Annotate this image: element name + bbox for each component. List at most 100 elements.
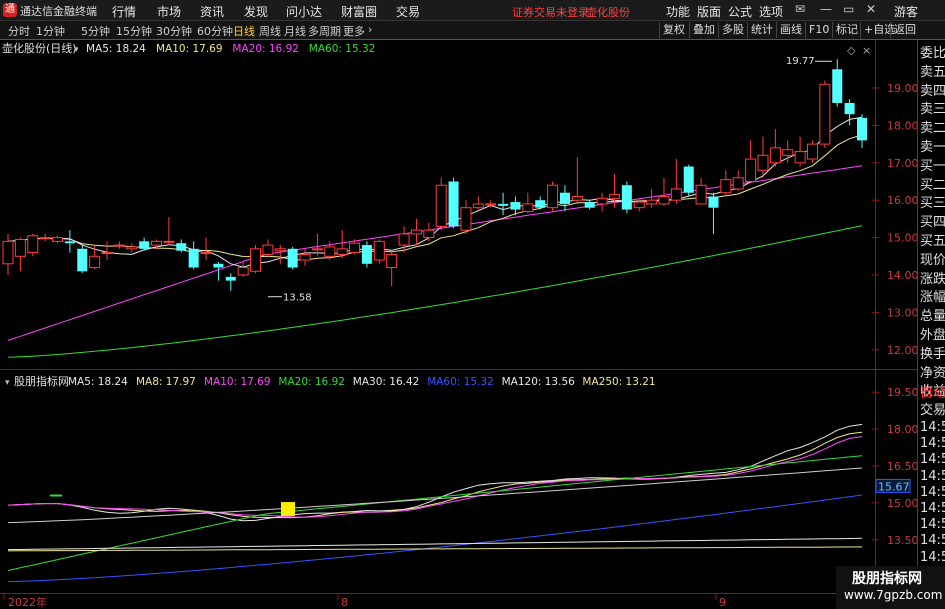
- period-daily[interactable]: 日线: [233, 23, 255, 39]
- menu-formula[interactable]: 公式: [728, 3, 752, 20]
- candle-body: [832, 69, 843, 103]
- x-axis-label: 9: [719, 596, 726, 609]
- candle-body: [52, 237, 64, 242]
- close-icon[interactable]: ✕: [866, 2, 876, 16]
- candle-body: [139, 241, 150, 249]
- main-y-tick-label: 17.00: [887, 157, 917, 170]
- candle-body: [410, 229, 422, 235]
- period-more[interactable]: 更多: [343, 23, 365, 39]
- candle-body: [311, 248, 323, 251]
- title-bar: 通 通达信金融终端 行情 市场 资讯 发现 问小达 财富圈 交易 证券交易未登录…: [0, 0, 945, 21]
- menu-function[interactable]: 功能: [666, 3, 690, 20]
- order-book-label: 净资: [920, 365, 945, 381]
- button-stats[interactable]: 统计: [747, 22, 776, 38]
- ma60-line: [7, 225, 863, 358]
- period-1min[interactable]: 1分钟: [36, 23, 65, 39]
- menu-trade[interactable]: 交易: [396, 3, 420, 20]
- candle-body: [522, 203, 534, 212]
- candle-body: [188, 248, 199, 268]
- high-annotation: 19.77: [786, 56, 815, 67]
- chart-grid: [0, 40, 917, 609]
- period-60min[interactable]: 60分钟: [197, 23, 233, 39]
- period-toolbar: 分时 1分钟 5分钟 15分钟 30分钟 60分钟 日线 周线 月线 多周期 更…: [0, 21, 945, 40]
- period-5min[interactable]: 5分钟: [81, 23, 110, 39]
- menu-quotes[interactable]: 行情: [112, 3, 136, 20]
- menu-market[interactable]: 市场: [157, 3, 181, 20]
- ma10-line: [7, 134, 863, 261]
- order-book-label: 卖四: [920, 83, 945, 99]
- period-timeshare[interactable]: 分时: [8, 23, 30, 39]
- period-30min[interactable]: 30分钟: [156, 23, 192, 39]
- order-book-label: 买三: [920, 196, 945, 212]
- candle-body: [646, 199, 658, 205]
- candle-body: [732, 177, 744, 190]
- minimize-icon[interactable]: —: [820, 2, 832, 16]
- sub-ma-label: MA5: 18.24: [68, 376, 128, 388]
- button-draw[interactable]: 画线: [776, 22, 805, 38]
- candle-body: [782, 149, 794, 156]
- sub-y-tick-label: 16.50: [887, 460, 917, 473]
- button-back[interactable]: 返回: [890, 22, 919, 38]
- candle-body: [373, 240, 385, 261]
- main-chart-title: 壶化股份(日线): [2, 41, 77, 55]
- candle-body: [361, 245, 372, 264]
- order-book-label: 买一: [920, 158, 945, 174]
- menu-news[interactable]: 资讯: [200, 3, 224, 20]
- candle-body: [633, 201, 645, 209]
- app-title: 通达信金融终端: [20, 5, 97, 18]
- watermark-url: www.7gpzb.com: [844, 588, 943, 602]
- guest-label[interactable]: 游客: [894, 3, 918, 20]
- collapse-icon: ▾: [74, 45, 79, 55]
- x-axis-label: 8: [341, 596, 348, 609]
- close-small-icon: ×: [862, 44, 871, 57]
- candle-body: [163, 240, 175, 243]
- candle-body: [39, 237, 51, 240]
- sub-ma-label: MA120: 13.56: [502, 376, 576, 388]
- button-overlay[interactable]: 叠加: [689, 22, 718, 38]
- button-mark[interactable]: 标记: [832, 22, 861, 38]
- chevron-right-icon[interactable]: ›: [368, 23, 372, 36]
- candle-body: [176, 243, 187, 251]
- candle-body: [237, 267, 249, 276]
- order-book-label: 涨幅: [920, 290, 945, 306]
- sub-indicator-lines: [7, 423, 863, 583]
- main-ma-label: MA20: 16.92: [232, 43, 299, 55]
- candle-body: [287, 248, 298, 268]
- button-multi-stock[interactable]: 多股: [718, 22, 747, 38]
- sub-ma-label: MA10: 17.69: [204, 376, 271, 388]
- stock-chart[interactable]: 19.00 18.00 17.00 16.00 15.00 14.00 13.00 12.00…: [0, 40, 917, 609]
- order-book-label: 卖三: [920, 102, 945, 118]
- message-icon[interactable]: ✉: [795, 2, 805, 16]
- main-y-tick-label: 18.00: [887, 119, 917, 132]
- order-book-panel: 委比 卖五 卖四 卖三 卖二 卖一 买一 买二 买三 买四 买五 现价 涨跌 涨幅 总量 外盘 换手 净资 收益 自动…: [917, 40, 945, 609]
- main-y-tick-label: 12.00: [887, 344, 917, 357]
- sub-ma60-line: [7, 494, 863, 583]
- menu-options[interactable]: 选项: [759, 3, 783, 20]
- candle-body: [423, 229, 435, 239]
- menu-discover[interactable]: 发现: [244, 3, 268, 20]
- main-y-tick-label: 15.00: [887, 232, 917, 245]
- period-multi[interactable]: 多周期: [308, 23, 341, 39]
- period-monthly[interactable]: 月线: [284, 23, 306, 39]
- menu-wealth[interactable]: 财富圈: [341, 3, 377, 20]
- candle-body: [535, 200, 546, 208]
- button-f10[interactable]: F10: [805, 22, 832, 38]
- candle-body: [250, 248, 262, 272]
- menu-layout[interactable]: 版面: [697, 3, 721, 20]
- x-axis-label: 2022年: [8, 595, 47, 609]
- candle-body: [77, 248, 88, 272]
- menu-ask[interactable]: 问小达: [286, 3, 322, 20]
- button-adjust[interactable]: 复权: [659, 22, 688, 38]
- period-15min[interactable]: 15分钟: [116, 23, 152, 39]
- restore-icon[interactable]: ▭: [843, 2, 854, 16]
- candle-body: [213, 263, 224, 268]
- stock-link[interactable]: 壶化股份: [586, 4, 630, 20]
- moving-average-lines: [7, 116, 863, 358]
- current-value-label: 15.67: [878, 480, 910, 493]
- candle-body: [435, 184, 447, 227]
- login-notice[interactable]: 证券交易未登录: [512, 4, 589, 20]
- candle-body: [498, 203, 509, 206]
- sub-ma-label: MA250: 13.21: [582, 376, 655, 388]
- main-y-tick-label: 16.00: [887, 194, 917, 207]
- period-weekly[interactable]: 周线: [259, 23, 281, 39]
